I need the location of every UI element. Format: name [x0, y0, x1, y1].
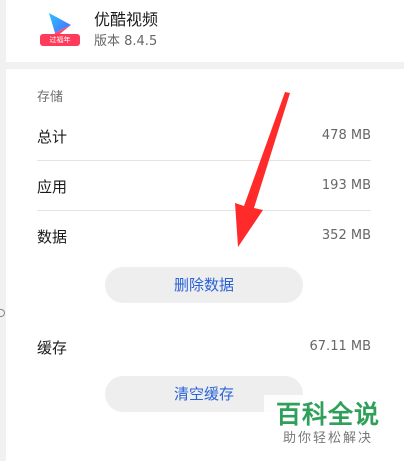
row-value: 193 MB [321, 178, 371, 193]
storage-row-total: 总计 478 MB [37, 111, 371, 161]
app-name: 优酷视频 [94, 10, 159, 29]
app-badge: 过福年 [40, 34, 80, 46]
row-label: 数据 [37, 228, 68, 246]
watermark: 百科全说 助你轻松解决 [264, 395, 392, 453]
storage-row-app: 应用 193 MB [37, 161, 371, 211]
row-label: 总计 [37, 128, 68, 146]
storage-section-title: 存储 [37, 90, 64, 105]
edge-scroll-marker [0, 309, 5, 317]
row-label: 缓存 [37, 339, 68, 357]
app-version: 版本 8.4.5 [94, 34, 158, 49]
watermark-subtitle: 助你轻松解决 [282, 431, 373, 446]
row-value: 67.11 MB [309, 339, 371, 354]
clear-data-button[interactable]: 删除数据 [105, 267, 303, 303]
watermark-title: 百科全说 [275, 400, 380, 429]
row-value: 478 MB [321, 128, 371, 143]
app-header: 过福年 优酷视频 版本 8.4.5 [6, 0, 404, 62]
storage-row-data: 数据 352 MB [37, 211, 371, 261]
row-value: 352 MB [321, 228, 371, 243]
cache-row: 缓存 67.11 MB [37, 322, 371, 372]
row-label: 应用 [37, 178, 68, 196]
